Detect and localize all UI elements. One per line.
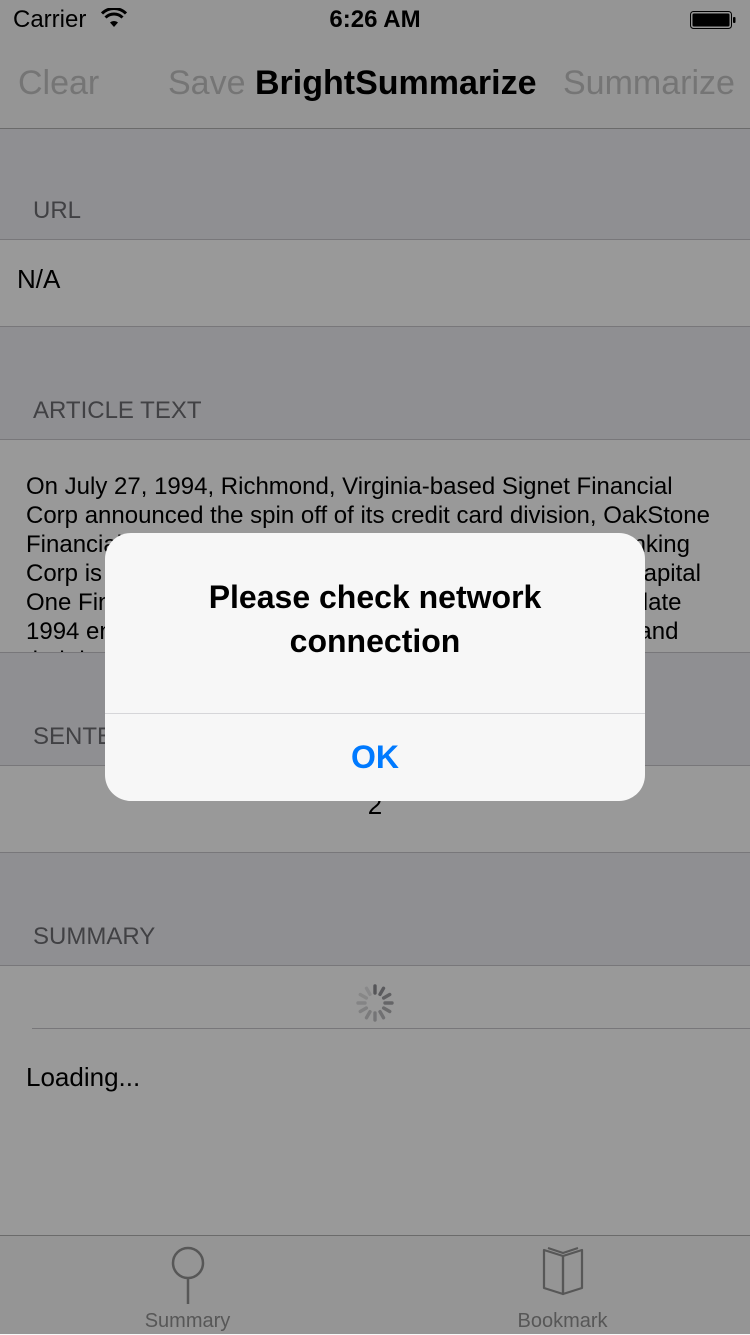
app-screen: Carrier 6:26 AM Clear Save BrightSummari… [0,0,750,1335]
alert-ok-button[interactable]: OK [105,714,645,801]
alert-title: Please check network connection [208,579,542,659]
alert-dialog: Please check network connection OK [105,533,645,801]
